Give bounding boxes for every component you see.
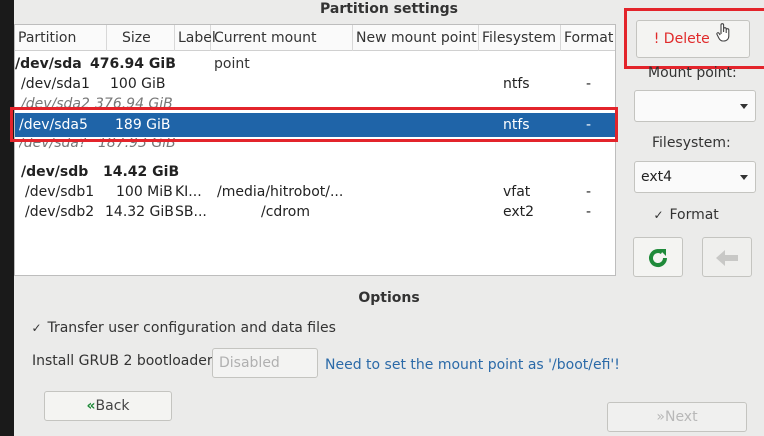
chevron-down-icon bbox=[740, 175, 748, 180]
double-chevron-left-icon: « bbox=[86, 398, 96, 414]
revert-button[interactable] bbox=[633, 237, 683, 277]
cell-filesystem: ntfs bbox=[503, 76, 530, 92]
cell-size: 189 GiB bbox=[115, 117, 171, 133]
format-checkbox[interactable]: ✓ bbox=[652, 208, 665, 222]
mount-point-label: Mount point: bbox=[648, 65, 737, 81]
table-row[interactable]: /dev/sda1 100 GiB ntfs - bbox=[15, 74, 615, 94]
cell-label: KI... bbox=[175, 184, 202, 200]
cell-filesystem: ntfs bbox=[503, 117, 530, 133]
table-row[interactable]: /dev/sda2 376.94 GiB bbox=[15, 94, 615, 109]
column-format[interactable]: Format bbox=[561, 25, 615, 51]
apply-button[interactable] bbox=[702, 237, 752, 277]
cell-size: 100 MiB bbox=[116, 184, 173, 200]
cell-format: - bbox=[586, 117, 592, 133]
column-filesystem[interactable]: Filesystem bbox=[479, 25, 561, 51]
cell-partition: /dev/sdb bbox=[21, 164, 89, 180]
cell-filesystem: vfat bbox=[503, 184, 531, 200]
next-button-label: Next bbox=[664, 409, 698, 425]
mount-point-combo[interactable] bbox=[634, 90, 756, 122]
grub-device-value: Disabled bbox=[219, 355, 280, 371]
partition-table: Partition Size Label Current mount point… bbox=[14, 24, 616, 276]
grub-device-combo[interactable]: Disabled bbox=[212, 348, 318, 378]
transfer-label: Transfer user configuration and data fil… bbox=[47, 320, 336, 336]
cell-size: 376.94 GiB bbox=[95, 96, 173, 109]
back-button-label: Back bbox=[95, 398, 130, 414]
filesystem-combo[interactable]: ext4 bbox=[634, 161, 756, 193]
back-button[interactable]: «Back bbox=[44, 391, 172, 421]
column-new-mount[interactable]: New mount point bbox=[353, 25, 479, 51]
chevron-down-icon bbox=[740, 104, 748, 109]
cell-size: 187.93 GiB bbox=[98, 138, 176, 151]
column-partition[interactable]: Partition bbox=[15, 25, 107, 51]
cell-partition: /dev/sdb2 bbox=[25, 204, 95, 220]
window-title: Partition settings bbox=[319, 1, 458, 17]
table-row-selected[interactable]: /dev/sda5 189 GiB ntfs - bbox=[15, 113, 615, 137]
format-label: Format bbox=[669, 207, 719, 223]
transfer-option-row[interactable]: ✓ Transfer user configuration and data f… bbox=[30, 320, 336, 336]
transfer-checkbox[interactable]: ✓ bbox=[30, 321, 43, 335]
delete-button[interactable]: ! Delete bbox=[636, 20, 750, 58]
table-header: Partition Size Label Current mount point… bbox=[15, 25, 615, 72]
filesystem-label: Filesystem: bbox=[652, 135, 731, 151]
cell-format: - bbox=[586, 76, 592, 92]
cell-partition: /dev/sda1 bbox=[21, 76, 90, 92]
next-button[interactable]: »Next bbox=[607, 402, 747, 432]
cell-partition: /dev/sda bbox=[15, 56, 82, 72]
table-row[interactable]: /dev/sda? 187.93 GiB bbox=[15, 138, 615, 153]
table-row-disk-sdb[interactable]: /dev/sdb 14.42 GiB bbox=[15, 162, 615, 182]
cell-filesystem: ext2 bbox=[503, 204, 535, 220]
cell-current-mount: /cdrom bbox=[261, 204, 310, 220]
delete-button-label: ! Delete bbox=[653, 31, 710, 47]
column-size[interactable]: Size bbox=[107, 25, 175, 51]
cell-partition: /dev/sda5 bbox=[19, 117, 88, 133]
table-row-disk-sda[interactable]: /dev/sda 476.94 GiB bbox=[15, 54, 615, 74]
filesystem-value: ext4 bbox=[641, 169, 673, 185]
cell-label: SB... bbox=[175, 204, 207, 220]
cell-size: 100 GiB bbox=[110, 76, 166, 92]
cell-partition: /dev/sda? bbox=[19, 138, 87, 151]
cell-format: - bbox=[586, 184, 592, 200]
cell-size: 14.42 GiB bbox=[103, 164, 180, 180]
options-title: Options bbox=[358, 290, 420, 306]
arrow-left-icon bbox=[714, 248, 740, 268]
hand-cursor-icon bbox=[716, 21, 732, 57]
table-row[interactable]: /dev/sdb2 14.32 GiB SB... /cdrom ext2 - bbox=[15, 202, 615, 222]
column-label[interactable]: Label bbox=[175, 25, 216, 51]
format-checkbox-row[interactable]: ✓ Format bbox=[652, 207, 719, 223]
column-current-mount[interactable]: Current mount point bbox=[211, 25, 353, 72]
cell-current-mount: /media/hitrobot/... bbox=[217, 184, 344, 200]
grub-hint: Need to set the mount point as '/boot/ef… bbox=[325, 357, 620, 373]
double-chevron-right-icon: » bbox=[656, 409, 665, 425]
cell-partition: /dev/sda2 bbox=[21, 96, 90, 109]
cell-partition: /dev/sdb1 bbox=[25, 184, 95, 200]
cell-size: 14.32 GiB bbox=[105, 204, 174, 220]
cell-size: 476.94 GiB bbox=[90, 56, 176, 72]
table-row[interactable]: /dev/sdb1 100 MiB KI... /media/hitrobot/… bbox=[15, 182, 615, 202]
partition-settings-window: Partition settings Partition Size Label … bbox=[10, 0, 764, 436]
grub-label: Install GRUB 2 bootloader: bbox=[32, 353, 218, 369]
cell-format: - bbox=[586, 204, 592, 220]
refresh-icon bbox=[645, 245, 671, 271]
